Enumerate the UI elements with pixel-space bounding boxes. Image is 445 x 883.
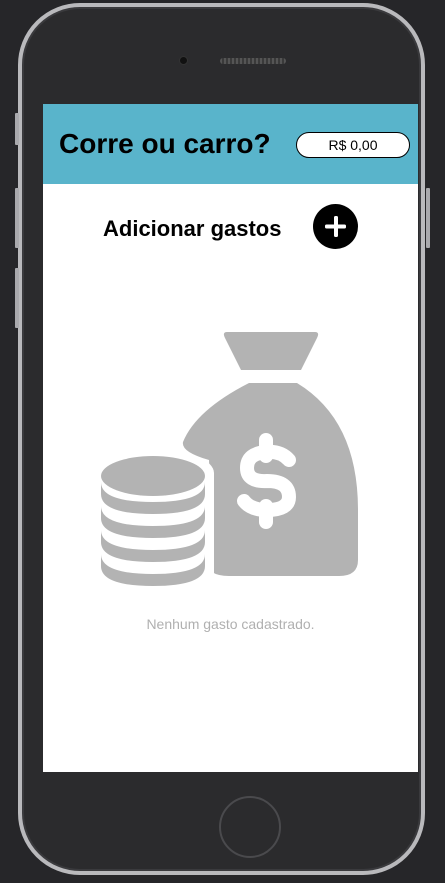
add-expense-button[interactable] [313,204,358,249]
empty-state-message: Nenhum gasto cadastrado. [146,616,315,632]
app-header: Corre ou carro? R$ 0,00 [43,104,418,184]
add-expense-label: Adicionar gastos [103,216,282,241]
home-button[interactable] [219,796,281,858]
front-camera [180,57,187,64]
earpiece-speaker [220,58,286,64]
volume-down-button [15,268,19,328]
plus-icon [325,216,346,237]
balance-badge: R$ 0,00 [296,132,410,158]
volume-up-button [15,188,19,248]
mute-switch [15,113,19,145]
app-screen: Corre ou carro? R$ 0,00 Adicionar gastos [43,104,418,772]
power-button [426,188,430,248]
money-bag-coins-icon [96,330,363,592]
app-title: Corre ou carro? [59,128,271,159]
add-expense-row: Adicionar gastos [43,204,418,250]
